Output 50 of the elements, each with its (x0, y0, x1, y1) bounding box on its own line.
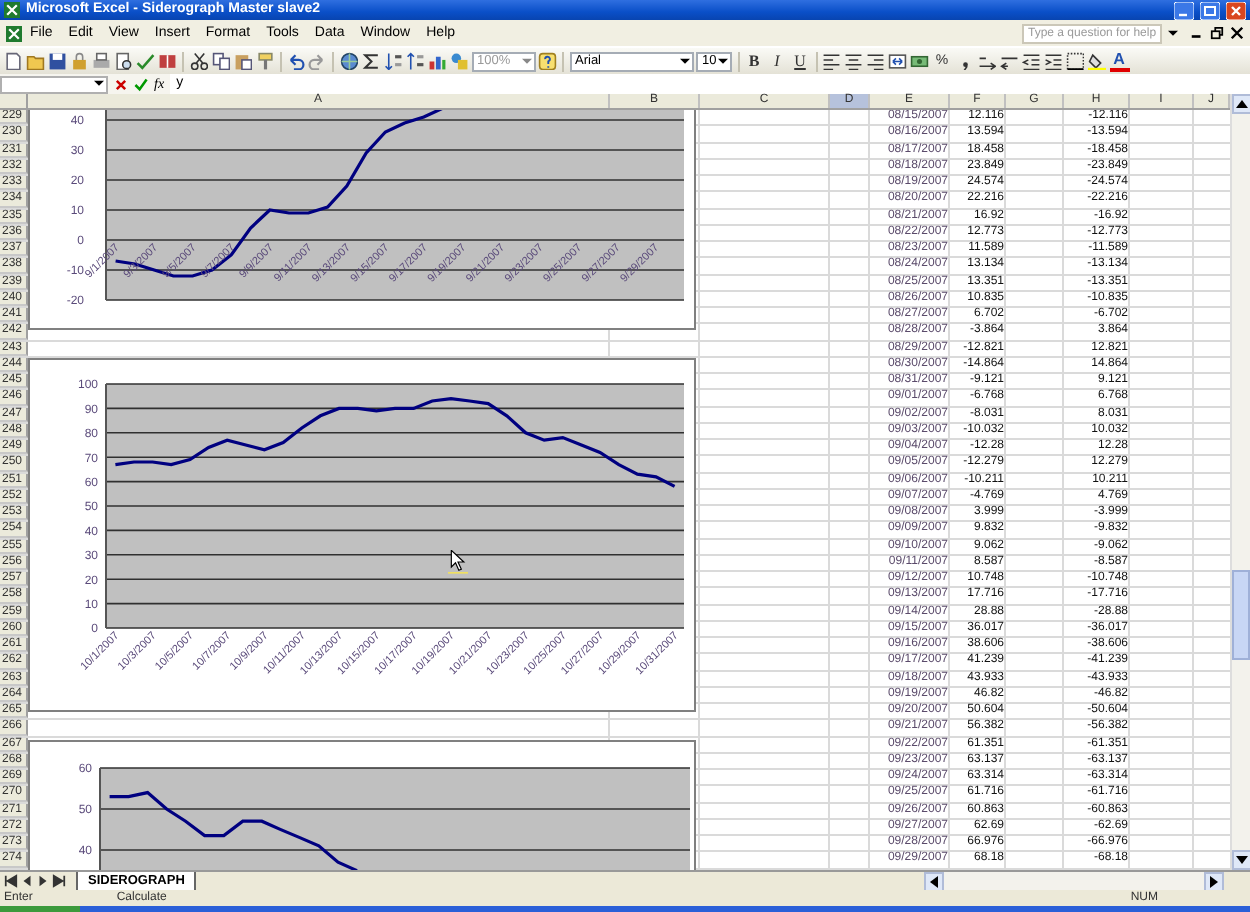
sort-ascending-icon[interactable] (383, 51, 402, 71)
decrease-indent-icon[interactable] (1021, 51, 1040, 71)
align-center-icon[interactable] (844, 51, 863, 71)
print-icon[interactable] (92, 51, 111, 71)
close-button[interactable] (1230, 26, 1244, 40)
scroll-right-icon[interactable] (1204, 872, 1224, 892)
caret-icon[interactable] (1168, 29, 1178, 37)
first-sheet-icon[interactable] (4, 874, 18, 888)
last-sheet-icon[interactable] (52, 874, 66, 888)
padlock-icon[interactable] (70, 51, 89, 71)
pointer-icon (448, 550, 468, 574)
cut-icon[interactable] (189, 51, 208, 71)
caret-icon[interactable] (679, 57, 689, 65)
scroll-up-icon[interactable] (1232, 94, 1250, 114)
brush-icon[interactable] (255, 51, 274, 71)
undo-icon[interactable] (286, 51, 305, 71)
italic-button[interactable]: I (767, 51, 787, 71)
save-icon[interactable] (48, 51, 67, 71)
copy-icon[interactable] (211, 51, 230, 71)
restore-button[interactable] (1210, 26, 1224, 40)
fill-color-icon[interactable] (1087, 51, 1106, 71)
new-document-icon[interactable] (4, 51, 23, 71)
underline-button[interactable]: U (790, 51, 810, 71)
spreadsheet-icon (4, 2, 20, 18)
increase-indent-icon[interactable] (1043, 51, 1062, 71)
bold-button[interactable]: B (744, 51, 764, 71)
globe-icon[interactable] (339, 51, 358, 71)
help-icon[interactable] (538, 51, 557, 71)
currency-icon[interactable] (910, 51, 929, 71)
print-preview-icon[interactable] (114, 51, 133, 71)
vertical-scrollbar[interactable] (1230, 94, 1250, 870)
align-left-icon[interactable] (822, 51, 841, 71)
horizontal-scrollbar[interactable] (924, 872, 1224, 890)
bar-chart-icon[interactable] (427, 51, 446, 71)
sigma-icon[interactable] (361, 51, 380, 71)
caret-icon[interactable] (94, 80, 104, 88)
scroll-thumb[interactable] (1232, 570, 1250, 660)
borders-icon[interactable] (1065, 51, 1084, 71)
cancel-icon[interactable] (114, 77, 128, 91)
folder-icon[interactable] (26, 51, 45, 71)
shapes-icon[interactable] (449, 51, 468, 71)
scroll-down-icon[interactable] (1232, 850, 1250, 870)
align-right-icon[interactable] (866, 51, 885, 71)
caret-icon[interactable] (718, 57, 728, 65)
book-icon[interactable] (158, 51, 177, 71)
paste-icon[interactable] (233, 51, 252, 71)
scroll-left-icon[interactable] (924, 872, 944, 892)
spreadsheet-icon (6, 25, 22, 41)
sort-descending-icon[interactable] (405, 51, 424, 71)
merge-cells-icon[interactable] (888, 51, 907, 71)
